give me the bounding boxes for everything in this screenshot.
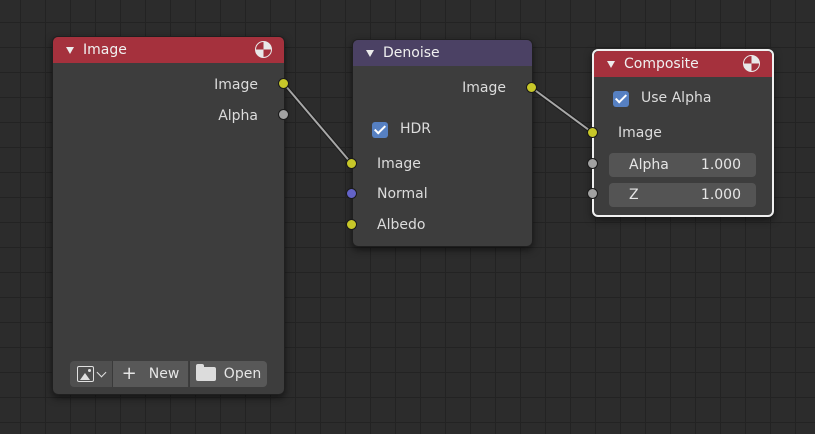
- link-image-to-denoise-inner: [283, 83, 353, 165]
- socket-denoise-output-image[interactable]: [526, 82, 537, 93]
- image-node-header[interactable]: Image: [53, 37, 284, 63]
- alpha-field-label: Alpha: [629, 157, 669, 173]
- hdr-label: HDR: [400, 121, 432, 137]
- plus-icon: +: [121, 363, 137, 384]
- input-label-albedo: Albedo: [377, 217, 426, 233]
- alpha-field-value: 1.000: [700, 157, 741, 173]
- open-button-label: Open: [223, 366, 262, 382]
- z-field-label: Z: [629, 187, 639, 203]
- new-button-label: New: [148, 366, 180, 382]
- collapse-arrow-icon[interactable]: [607, 60, 615, 68]
- socket-composite-input-image[interactable]: [587, 127, 598, 138]
- link-image-to-denoise: [282, 82, 354, 166]
- output-label-alpha: Alpha: [218, 108, 258, 124]
- socket-composite-input-alpha[interactable]: [587, 158, 598, 169]
- image-node[interactable]: Image Image Alpha + New Open: [52, 36, 285, 395]
- z-field-value: 1.000: [700, 187, 741, 203]
- link-denoise-to-composite: [530, 86, 595, 135]
- open-image-button[interactable]: Open: [189, 361, 267, 387]
- link-denoise-to-composite-inner: [531, 87, 594, 134]
- browse-image-button[interactable]: [70, 361, 112, 387]
- output-label-image: Image: [214, 77, 258, 93]
- composite-node[interactable]: Composite Use Alpha Image Alpha 1.000 Z …: [592, 49, 774, 217]
- output-label-image: Image: [462, 80, 506, 96]
- z-value-field[interactable]: Z 1.000: [609, 183, 756, 207]
- input-label-normal: Normal: [377, 186, 428, 202]
- render-icon: [743, 55, 760, 72]
- denoise-node[interactable]: Denoise Image HDR Image Normal Albedo: [352, 39, 533, 247]
- denoise-node-title: Denoise: [383, 45, 440, 61]
- socket-denoise-input-image[interactable]: [346, 158, 357, 169]
- folder-icon: [195, 364, 216, 381]
- composite-node-header[interactable]: Composite: [594, 51, 772, 77]
- socket-denoise-input-albedo[interactable]: [346, 219, 357, 230]
- input-label-image: Image: [377, 156, 421, 172]
- composite-node-title: Composite: [624, 56, 699, 72]
- new-image-button[interactable]: + New: [112, 361, 188, 387]
- chevron-down-icon: [96, 367, 107, 377]
- use-alpha-checkbox[interactable]: [613, 91, 629, 107]
- socket-image-output-alpha[interactable]: [278, 109, 289, 120]
- alpha-value-field[interactable]: Alpha 1.000: [609, 153, 756, 177]
- socket-image-output-image[interactable]: [278, 78, 289, 89]
- render-icon: [255, 41, 272, 58]
- image-icon: [77, 366, 94, 382]
- image-node-title: Image: [83, 42, 127, 58]
- use-alpha-label: Use Alpha: [641, 90, 712, 106]
- input-label-image: Image: [618, 125, 662, 141]
- denoise-node-header[interactable]: Denoise: [353, 40, 532, 66]
- collapse-arrow-icon[interactable]: [66, 46, 74, 54]
- collapse-arrow-icon[interactable]: [366, 49, 374, 57]
- socket-composite-input-z[interactable]: [587, 188, 598, 199]
- hdr-checkbox[interactable]: [372, 122, 388, 138]
- socket-denoise-input-normal[interactable]: [346, 188, 357, 199]
